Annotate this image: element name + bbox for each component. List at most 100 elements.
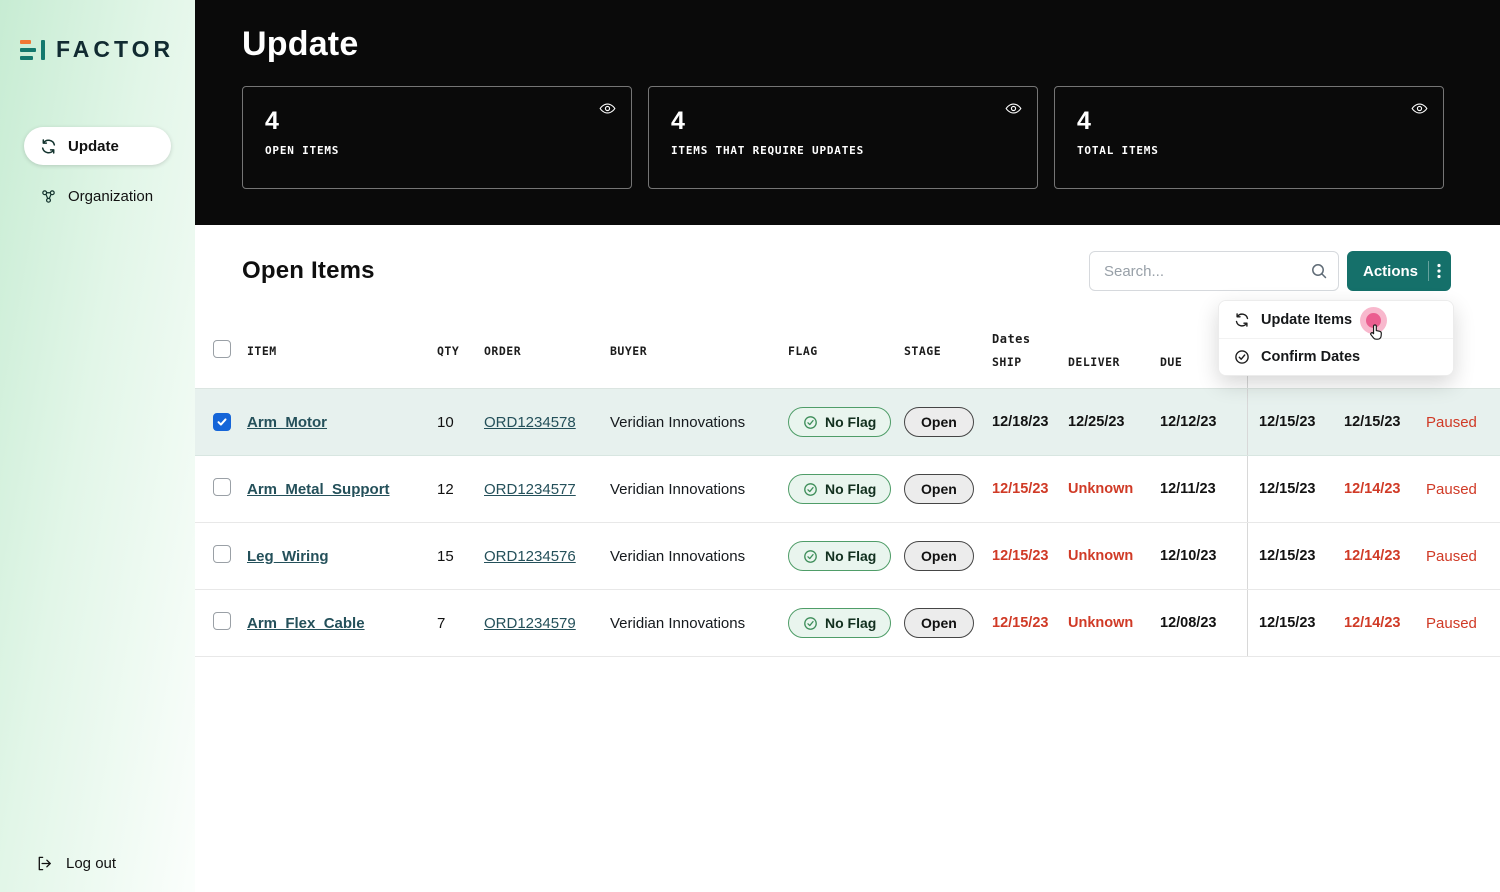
- buyer-cell: Veridian Innovations: [610, 614, 746, 632]
- toolbar: Open Items Actions: [195, 225, 1500, 291]
- table-body: Arm_Motor 10 ORD1234578 Veridian Innovation…: [195, 389, 1500, 657]
- date-cell: 12/15/23: [1247, 456, 1344, 522]
- date-cell: 12/15/23: [992, 615, 1049, 631]
- sidebar: FACTOR Update Organization Log out: [0, 0, 195, 892]
- flag-badge: No Flag: [788, 474, 892, 504]
- table-row[interactable]: Leg_Wiring 15 ORD1234576 Veridian Innovatio…: [195, 523, 1500, 590]
- stage-badge: Open: [904, 474, 974, 504]
- factor-logo-icon: [20, 37, 46, 63]
- menu-item-label: Confirm Dates: [1261, 349, 1361, 365]
- date-cell: 12/15/23: [1344, 414, 1401, 430]
- menu-item-label: Update Items: [1261, 311, 1353, 328]
- actions-dropdown-menu: Update Items Confirm Dates: [1218, 300, 1454, 376]
- col-header-flag: FLAG: [788, 343, 818, 358]
- qty-cell: 12: [437, 480, 454, 498]
- col-header-stage: STAGE: [904, 343, 942, 358]
- table-row[interactable]: Arm_Flex_Cable 7 ORD1234579 Veridian Innova…: [195, 590, 1500, 657]
- check-circle-icon: [1234, 349, 1250, 365]
- date-cell: 12/10/23: [1160, 548, 1217, 564]
- actions-button[interactable]: Actions: [1346, 251, 1451, 291]
- date-cell: 12/15/23: [992, 481, 1049, 497]
- select-all-checkbox[interactable]: [213, 340, 231, 358]
- eye-icon[interactable]: [1004, 99, 1023, 118]
- date-cell: Unknown: [1068, 548, 1134, 564]
- stat-label: TOTAL ITEMS: [1077, 144, 1159, 157]
- status-cell: Paused: [1426, 614, 1477, 632]
- logout-icon: [36, 855, 53, 872]
- item-link[interactable]: Arm_Metal_Support: [247, 481, 390, 498]
- row-checkbox[interactable]: [213, 545, 231, 563]
- date-cell: Unknown: [1068, 481, 1134, 497]
- check-circle-icon: [803, 482, 818, 497]
- content-column: Update 4 OPEN ITEMS 4 ITEMS THAT REQUIRE UP…: [195, 0, 1500, 892]
- status-cell: Paused: [1426, 413, 1477, 431]
- item-link[interactable]: Arm_Motor: [247, 414, 327, 431]
- sidebar-nav: Update Organization: [24, 127, 171, 215]
- order-link[interactable]: ORD1234578: [484, 414, 576, 431]
- refresh-icon: [1234, 312, 1250, 328]
- qty-cell: 15: [437, 547, 454, 565]
- date-cell: 12/15/23: [1247, 523, 1344, 589]
- date-cell: 12/18/23: [992, 414, 1049, 430]
- flag-badge: No Flag: [788, 608, 892, 638]
- stat-card: 4 TOTAL ITEMS: [1054, 86, 1444, 189]
- order-link[interactable]: ORD1234579: [484, 615, 576, 632]
- stat-value: 4: [265, 107, 279, 135]
- page-title: Update: [242, 25, 359, 63]
- col-header-buyer: BUYER: [610, 343, 648, 358]
- row-checkbox[interactable]: [213, 478, 231, 496]
- date-cell: 12/15/23: [1247, 590, 1344, 656]
- qty-cell: 7: [437, 614, 446, 632]
- logo-text: FACTOR: [56, 36, 175, 62]
- flag-badge: No Flag: [788, 407, 892, 437]
- order-link[interactable]: ORD1234576: [484, 548, 576, 565]
- order-link[interactable]: ORD1234577: [484, 481, 576, 498]
- stat-value: 4: [1077, 107, 1091, 135]
- search-input[interactable]: [1088, 251, 1339, 291]
- date-cell: 12/15/23: [992, 548, 1049, 564]
- buyer-cell: Veridian Innovations: [610, 413, 746, 431]
- actions-button-label: Actions: [1362, 262, 1418, 280]
- stat-value: 4: [671, 107, 685, 135]
- menu-item-confirm-dates[interactable]: Confirm Dates: [1219, 338, 1453, 375]
- sidebar-item-update[interactable]: Update: [24, 127, 171, 165]
- menu-item-update-items[interactable]: Update Items: [1219, 301, 1453, 338]
- date-cell: 12/15/23: [1247, 389, 1344, 455]
- stats-row: 4 OPEN ITEMS 4 ITEMS THAT REQUIRE UPDATES 4 T…: [242, 86, 1444, 189]
- section-title: Open Items: [242, 257, 375, 284]
- eye-icon[interactable]: [1410, 99, 1429, 118]
- col-header-item: ITEM: [247, 343, 277, 358]
- dates-column-group: Dates SHIP DELIVER DUE: [992, 332, 1247, 369]
- item-link[interactable]: Arm_Flex_Cable: [247, 615, 365, 632]
- eye-icon[interactable]: [598, 99, 617, 118]
- row-checkbox[interactable]: [213, 612, 231, 630]
- status-cell: Paused: [1426, 480, 1477, 498]
- date-cell: 12/25/23: [1068, 414, 1125, 430]
- flag-label: No Flag: [825, 414, 877, 430]
- sidebar-item-organization[interactable]: Organization: [24, 177, 171, 215]
- item-link[interactable]: Leg_Wiring: [247, 548, 329, 565]
- table-row[interactable]: Arm_Motor 10 ORD1234578 Veridian Innovation…: [195, 389, 1500, 456]
- date-cell: 12/14/23: [1344, 615, 1401, 631]
- flag-label: No Flag: [825, 615, 877, 631]
- page-header: Update 4 OPEN ITEMS 4 ITEMS THAT REQUIRE UP…: [195, 0, 1500, 225]
- logout-button[interactable]: Log out: [36, 855, 116, 872]
- date-cell: 12/14/23: [1344, 481, 1401, 497]
- row-checkbox[interactable]: [213, 412, 231, 431]
- stat-card: 4 ITEMS THAT REQUIRE UPDATES: [648, 86, 1038, 189]
- col-header-order: ORDER: [484, 343, 522, 358]
- col-header-qty: QTY: [437, 343, 460, 358]
- flag-label: No Flag: [825, 548, 877, 564]
- flag-badge: No Flag: [788, 541, 892, 571]
- dates-group-label: Dates: [992, 332, 1031, 346]
- logout-label: Log out: [66, 855, 117, 872]
- check-circle-icon: [803, 616, 818, 631]
- table-row[interactable]: Arm_Metal_Support 12 ORD1234577 Veridian In…: [195, 456, 1500, 523]
- stage-badge: Open: [904, 541, 974, 571]
- date-cell: Unknown: [1068, 615, 1134, 631]
- buyer-cell: Veridian Innovations: [610, 547, 746, 565]
- check-circle-icon: [803, 549, 818, 564]
- qty-cell: 10: [437, 413, 454, 431]
- date-cell: 12/12/23: [1160, 414, 1217, 430]
- app-root: FACTOR Update Organization Log out Updat…: [0, 0, 1500, 892]
